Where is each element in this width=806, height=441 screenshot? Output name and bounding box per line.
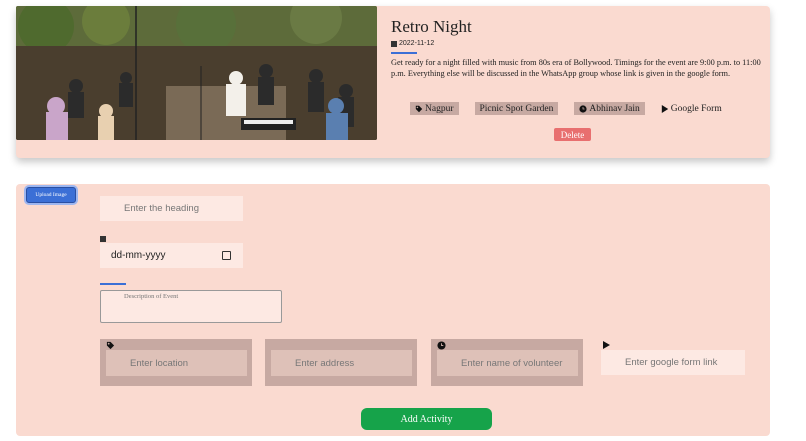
tag-location: Nagpur	[410, 102, 459, 115]
location-group	[100, 339, 252, 386]
address-group	[265, 339, 417, 386]
event-tags: Nagpur Picnic Spot Garden Abhinav Jain G…	[410, 102, 722, 115]
event-date-text: 2022-11-12	[399, 40, 435, 47]
date-input[interactable]: dd-mm-yyyy	[100, 243, 243, 268]
tag-icon	[415, 105, 423, 112]
tag-location-label: Nagpur	[425, 103, 454, 114]
volunteer-input[interactable]	[437, 350, 578, 376]
title-underline	[391, 52, 417, 54]
google-form-link-input[interactable]	[601, 350, 745, 375]
location-input[interactable]	[106, 350, 247, 376]
event-title: Retro Night	[391, 17, 472, 36]
calendar-icon	[100, 236, 106, 242]
tag-google-form-label[interactable]: Google Form	[671, 104, 722, 114]
event-description: Get ready for a night filled with music …	[391, 58, 761, 78]
calendar-picker-icon[interactable]	[222, 251, 231, 260]
tag-volunteer: Abhinav Jain	[574, 102, 645, 115]
play-icon	[603, 341, 610, 349]
delete-button[interactable]: Delete	[554, 128, 591, 141]
add-activity-button[interactable]: Add Activity	[361, 408, 492, 430]
tag-address-label: Picnic Spot Garden	[479, 103, 554, 114]
upload-image-button[interactable]: Upload Image	[26, 187, 76, 203]
calendar-icon	[391, 40, 397, 47]
event-photo	[16, 6, 377, 140]
tag-address: Picnic Spot Garden	[474, 102, 559, 115]
description-textarea[interactable]	[100, 290, 282, 323]
play-icon	[661, 104, 668, 113]
clock-icon	[579, 104, 587, 113]
event-date: 2022-11-12	[391, 40, 434, 47]
tag-google-form[interactable]: Google Form	[661, 102, 722, 115]
address-input[interactable]	[271, 350, 412, 376]
tag-volunteer-label: Abhinav Jain	[589, 103, 640, 114]
date-input-placeholder: dd-mm-yyyy	[111, 250, 166, 261]
tag-icon	[106, 341, 115, 350]
heading-input[interactable]	[100, 196, 243, 221]
description-accent-bar	[100, 283, 126, 285]
clock-icon	[437, 341, 446, 350]
volunteer-group	[431, 339, 583, 386]
